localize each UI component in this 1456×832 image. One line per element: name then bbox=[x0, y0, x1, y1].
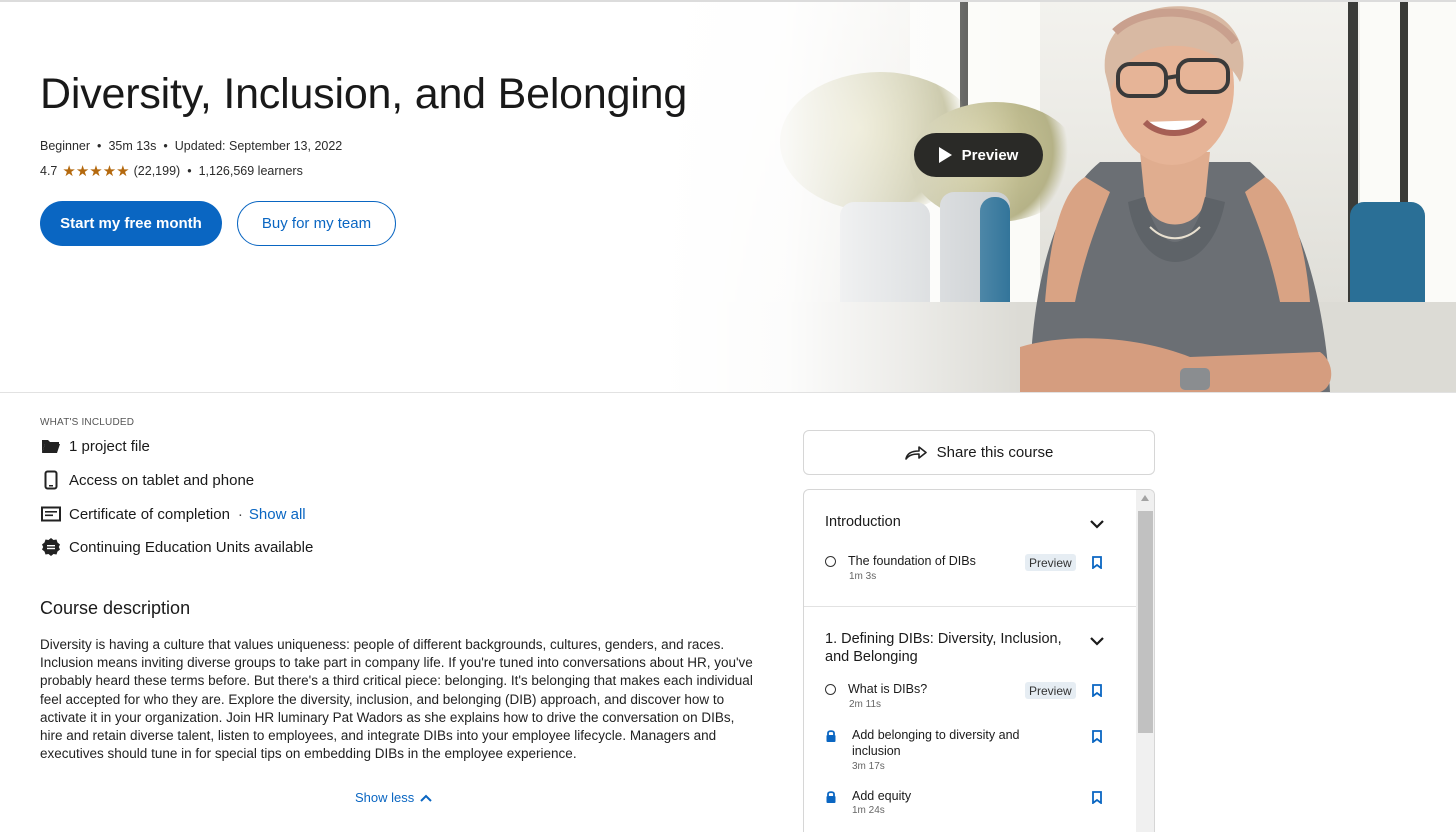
scroll-up-arrow-icon[interactable] bbox=[1141, 495, 1149, 501]
share-course-button[interactable]: Share this course bbox=[803, 430, 1155, 475]
folder-icon bbox=[40, 436, 62, 456]
video-title[interactable]: Add belonging to diversity and inclusion bbox=[852, 727, 1042, 759]
course-duration: 35m 13s bbox=[108, 139, 157, 153]
show-less-label: Show less bbox=[355, 790, 415, 805]
bookmark-icon[interactable] bbox=[1092, 684, 1102, 697]
chevron-up-icon bbox=[420, 794, 432, 802]
bookmark-icon[interactable] bbox=[1092, 730, 1102, 743]
toc-content: Introduction The foundation of DIBs 1m 3… bbox=[804, 490, 1136, 832]
video-duration: 1m 24s bbox=[852, 805, 885, 816]
chapter-title[interactable]: 1. Defining DIBs: Diversity, Inclusion, … bbox=[825, 630, 1085, 666]
rating-count[interactable]: (22,199) bbox=[134, 164, 181, 178]
section-divider bbox=[0, 392, 1456, 393]
separator: • bbox=[187, 164, 192, 178]
start-free-month-button[interactable]: Start my free month bbox=[40, 201, 222, 246]
table-of-contents: Introduction The foundation of DIBs 1m 3… bbox=[803, 489, 1155, 832]
course-updated: Updated: September 13, 2022 bbox=[174, 139, 343, 153]
badge-icon bbox=[40, 537, 62, 557]
course-preview-image[interactable] bbox=[660, 2, 1456, 392]
show-all-link[interactable]: Show all bbox=[249, 506, 306, 523]
course-meta: Beginner • 35m 13s • Updated: September 13, … bbox=[40, 139, 342, 153]
share-icon bbox=[904, 445, 927, 460]
instructor-photo bbox=[1020, 6, 1332, 392]
bookmark-icon[interactable] bbox=[1092, 791, 1102, 804]
chevron-down-icon[interactable] bbox=[1090, 636, 1104, 646]
learner-count: 1,126,569 learners bbox=[198, 164, 303, 178]
course-rating-row: 4.7 ★★★★★ (22,199) • 1,126,569 learners bbox=[40, 162, 303, 180]
toc-scrollbar[interactable] bbox=[1136, 490, 1154, 832]
course-description-text: Diversity is having a culture that value… bbox=[40, 637, 753, 762]
included-item: Continuing Education Units available bbox=[40, 537, 313, 557]
included-item: 1 project file bbox=[40, 436, 150, 456]
unwatched-icon bbox=[825, 556, 837, 570]
included-item-label: 1 project file bbox=[69, 437, 150, 455]
included-item-label: Certificate of completion bbox=[69, 505, 230, 523]
video-title[interactable]: The foundation of DIBs bbox=[848, 553, 1038, 569]
buy-for-team-button[interactable]: Buy for my team bbox=[237, 201, 396, 246]
video-title[interactable]: Add equity bbox=[852, 788, 1042, 804]
course-hero: Diversity, Inclusion, and Belonging Begi… bbox=[0, 2, 1456, 392]
separator: • bbox=[97, 139, 102, 153]
video-duration: 3m 17s bbox=[852, 761, 885, 772]
rating-value: 4.7 bbox=[40, 164, 58, 178]
course-level: Beginner bbox=[40, 139, 91, 153]
preview-label: Preview bbox=[961, 146, 1019, 164]
video-duration: 2m 11s bbox=[849, 699, 882, 710]
separator: • bbox=[163, 139, 168, 153]
play-icon bbox=[938, 147, 952, 163]
whats-included-heading: WHAT'S INCLUDED bbox=[40, 417, 135, 428]
lock-icon bbox=[826, 730, 836, 742]
included-item-label: Continuing Education Units available bbox=[69, 538, 314, 556]
phone-icon bbox=[40, 470, 62, 490]
included-item: Certificate of completion · Show all bbox=[40, 504, 306, 524]
video-duration: 1m 3s bbox=[849, 571, 877, 582]
preview-badge: Preview bbox=[1025, 554, 1076, 571]
chapter-title[interactable]: Introduction bbox=[825, 513, 1085, 531]
preview-badge: Preview bbox=[1025, 682, 1076, 699]
rating-stars-icon: ★★★★★ bbox=[62, 163, 130, 180]
chapter-divider bbox=[804, 606, 1136, 607]
course-title: Diversity, Inclusion, and Belonging bbox=[40, 70, 688, 118]
certificate-icon bbox=[40, 504, 62, 524]
course-description-heading: Course description bbox=[40, 598, 191, 618]
bookmark-icon[interactable] bbox=[1092, 556, 1102, 569]
preview-button[interactable]: Preview bbox=[914, 133, 1043, 177]
scrollbar-thumb[interactable] bbox=[1138, 511, 1153, 733]
show-less-button[interactable]: Show less bbox=[355, 790, 432, 805]
unwatched-icon bbox=[825, 684, 837, 698]
image-fade bbox=[660, 2, 1020, 392]
included-item: Access on tablet and phone bbox=[40, 470, 254, 490]
chevron-down-icon[interactable] bbox=[1090, 519, 1104, 529]
included-item-label: Access on tablet and phone bbox=[69, 471, 255, 489]
lock-icon bbox=[826, 791, 836, 803]
video-title[interactable]: What is DIBs? bbox=[848, 681, 1038, 697]
share-label: Share this course bbox=[936, 444, 1054, 461]
separator: · bbox=[237, 505, 243, 523]
